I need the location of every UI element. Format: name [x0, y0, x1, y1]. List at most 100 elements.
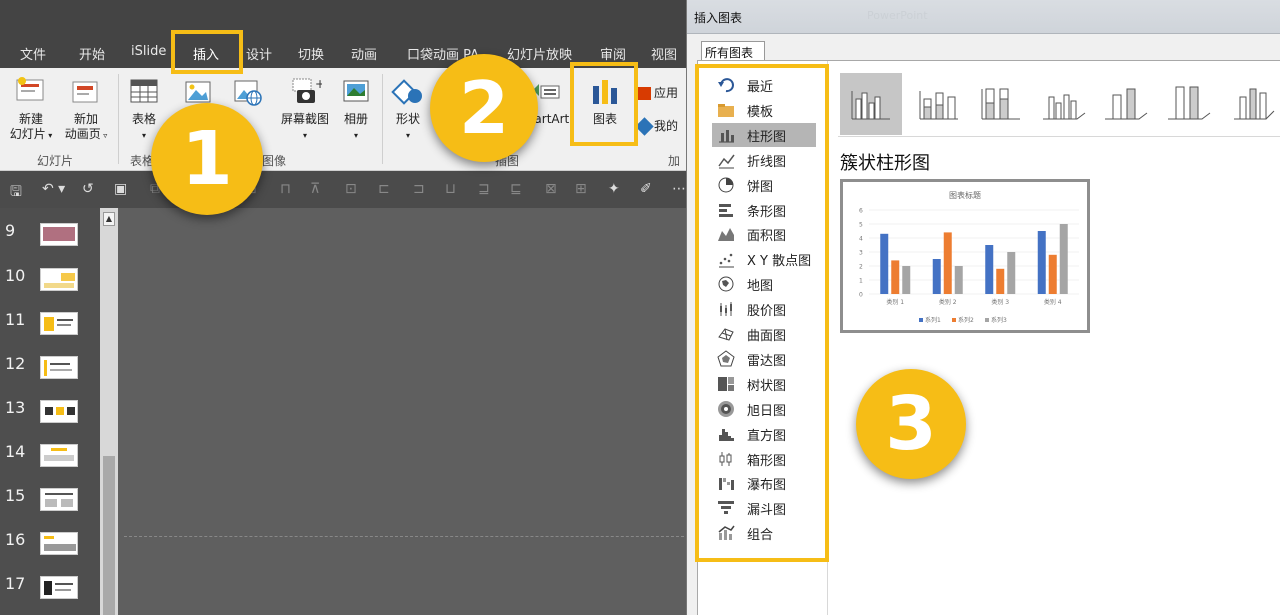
- preview-bar: [1059, 224, 1068, 294]
- preview-bar: [891, 260, 900, 294]
- distribute-icon[interactable]: ⊓: [280, 181, 291, 197]
- 3d-column-thumbnail[interactable]: [1222, 73, 1280, 135]
- new-animation-page-button[interactable]: 新加 动画页 ▿: [60, 76, 112, 143]
- new-slide-label-2: 幻灯片: [9, 127, 46, 141]
- step-badge-2: 2: [430, 54, 538, 162]
- new-anim-label-1: 新加: [73, 112, 98, 126]
- brush-icon[interactable]: ✐: [640, 181, 652, 197]
- insert-tab-highlight: [171, 30, 243, 74]
- preview-chart-title: 图表标题: [949, 190, 981, 200]
- online-picture-button[interactable]: [228, 76, 268, 112]
- slide-number: 15: [5, 486, 26, 505]
- screenshot-label: 屏幕截图: [280, 112, 329, 126]
- align-middle-icon[interactable]: ⊏: [378, 181, 390, 197]
- slide-thumbnail[interactable]: [40, 488, 78, 511]
- album-icon: [343, 80, 369, 102]
- slide-thumbnail[interactable]: [40, 444, 78, 467]
- slide-thumb-row[interactable]: 11: [0, 305, 100, 349]
- slide-number: 9: [5, 221, 16, 240]
- undo-icon[interactable]: ↶ ▾: [42, 181, 65, 197]
- crop-icon[interactable]: ⊞: [575, 181, 587, 197]
- preview-y-tick-label: 6: [859, 208, 863, 215]
- dialog-title-bar[interactable]: 插入图表 PowerPoint: [687, 0, 1280, 34]
- tab-animations[interactable]: 动画: [351, 44, 377, 63]
- slide-thumb-row[interactable]: 10: [0, 261, 100, 305]
- shapes-button[interactable]: 形状 ▾: [388, 76, 428, 143]
- preview-x-tick-label: 类别 1: [886, 298, 904, 306]
- scroll-up-arrow-icon[interactable]: ▲: [103, 212, 115, 226]
- clustered-column-thumbnail[interactable]: [840, 73, 902, 135]
- slide-thumbnail[interactable]: [40, 312, 78, 335]
- my-addins-label: 我的: [654, 119, 679, 133]
- save-icon[interactable]: 🖫: [10, 181, 22, 205]
- album-label: 相册: [343, 112, 368, 126]
- tab-design[interactable]: 设计: [246, 44, 272, 63]
- slide-thumb-row[interactable]: 17: [0, 569, 100, 613]
- present-icon[interactable]: ▣: [114, 181, 127, 197]
- tab-islide[interactable]: iSlide: [131, 44, 166, 59]
- tab-review[interactable]: 审阅: [600, 44, 626, 63]
- distribute-h-icon[interactable]: ⊒: [478, 181, 490, 197]
- preview-y-tick-label: 0: [859, 292, 863, 299]
- preview-bar: [932, 259, 941, 294]
- slide-editing-canvas[interactable]: [118, 208, 686, 615]
- preview-y-tick-label: 4: [859, 236, 863, 243]
- my-addins-button[interactable]: 我的: [635, 117, 679, 136]
- tab-slideshow[interactable]: 幻灯片放映: [507, 44, 572, 63]
- apps-button[interactable]: 应用: [638, 86, 678, 101]
- align-top-icon[interactable]: ⊼: [310, 181, 320, 197]
- table-icon: [130, 79, 158, 103]
- preview-y-tick-label: 2: [859, 264, 863, 271]
- size-icon[interactable]: ⊠: [545, 181, 557, 197]
- chart-preview[interactable]: 图表标题 0 1 2 3 4 5 6 类别 1 类别 2 类别 3 类别 4 系列1 系列2 系列3: [840, 179, 1090, 333]
- align-right-icon[interactable]: ⊐: [413, 181, 425, 197]
- preview-gridlines: [869, 209, 1079, 295]
- slide-thumbnail[interactable]: [40, 223, 78, 246]
- slide-thumb-row[interactable]: 15: [0, 481, 100, 525]
- screenshot-root: 文件 开始 iSlide 插入 设计 切换 动画 口袋动画 PA 幻灯片放映 审…: [0, 0, 1280, 615]
- slide-thumbnail[interactable]: [40, 576, 78, 599]
- slide-panel-scrollbar[interactable]: ▲: [100, 208, 118, 615]
- slide-thumb-row[interactable]: 13: [0, 393, 100, 437]
- slide-thumb-row[interactable]: 12: [0, 349, 100, 393]
- dialog-title: 插入图表: [694, 11, 743, 25]
- tab-all-charts[interactable]: 所有图表: [701, 41, 765, 61]
- 3d-clustered-column-thumbnail[interactable]: [1033, 73, 1095, 135]
- slide-thumbnail[interactable]: [40, 268, 78, 291]
- preview-x-tick-label: 类别 3: [991, 298, 1009, 306]
- slide-number: 16: [5, 530, 26, 549]
- screenshot-button[interactable]: + 屏幕截图 ▾: [275, 76, 335, 143]
- svg-text:+: +: [315, 77, 322, 91]
- align-center-icon[interactable]: ⊡: [345, 181, 357, 197]
- new-slide-label-1: 新建: [18, 112, 43, 126]
- more-icon[interactable]: ⋯: [672, 181, 686, 197]
- tab-view[interactable]: 视图: [651, 44, 677, 63]
- distribute-v-icon[interactable]: ⊑: [510, 181, 522, 197]
- step-badge-3: 3: [856, 369, 966, 479]
- slide-thumbnail[interactable]: [40, 400, 78, 423]
- preview-bar: [943, 232, 952, 294]
- tab-file[interactable]: 文件: [20, 44, 46, 63]
- apps-label: 应用: [654, 86, 679, 100]
- album-button[interactable]: 相册 ▾: [338, 76, 374, 143]
- 3d-stacked-column-thumbnail[interactable]: [1095, 73, 1157, 135]
- format-painter-icon[interactable]: ✦: [608, 181, 620, 197]
- tab-home[interactable]: 开始: [79, 44, 105, 63]
- camera-icon: +: [292, 77, 322, 103]
- slide-thumb-row[interactable]: 16: [0, 525, 100, 569]
- slide-thumbnail[interactable]: [40, 532, 78, 555]
- slide-thumbnail[interactable]: [40, 356, 78, 379]
- align-bottom-icon[interactable]: ⊔: [445, 181, 456, 197]
- preview-legend-label: 系列2: [958, 316, 974, 324]
- new-slide-button[interactable]: 新建 幻灯片 ▾: [6, 76, 56, 143]
- percent-stacked-column-thumbnail[interactable]: [970, 73, 1032, 135]
- 3d-percent-stacked-column-thumbnail[interactable]: [1158, 73, 1220, 135]
- tab-transitions[interactable]: 切换: [298, 44, 324, 63]
- group-separator: [118, 74, 119, 164]
- redo-icon[interactable]: ↺: [82, 181, 94, 197]
- stacked-column-thumbnail[interactable]: [908, 73, 970, 135]
- slide-thumb-row[interactable]: 9: [0, 216, 100, 260]
- preview-bar: [1007, 252, 1016, 294]
- scroll-thumb[interactable]: [103, 456, 115, 615]
- slide-thumb-row[interactable]: 14: [0, 437, 100, 481]
